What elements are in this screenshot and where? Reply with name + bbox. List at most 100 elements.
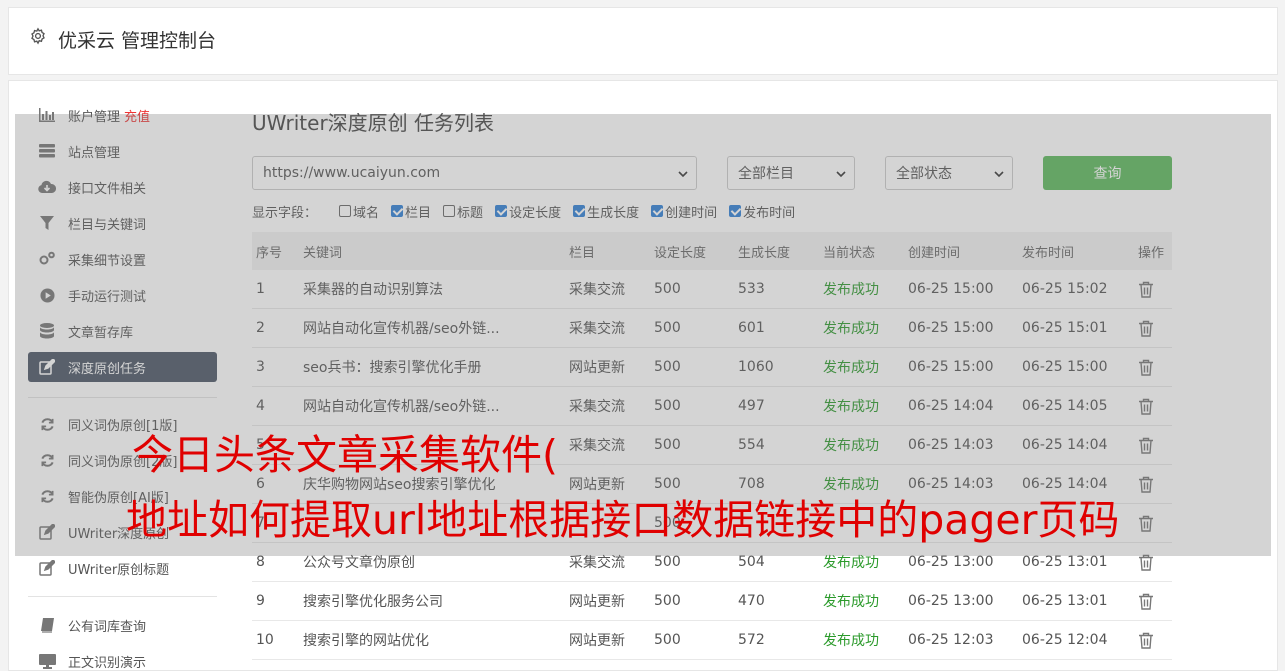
checkbox-label: 设定长度 [509, 205, 562, 221]
cell-published: 06-25 13:01 [1022, 554, 1108, 570]
column-select[interactable]: 全部栏目 [727, 156, 855, 190]
cell-created: 06-25 14:03 [908, 476, 994, 492]
th-status: 当前状态 [823, 245, 876, 261]
th-created: 创建时间 [908, 245, 961, 261]
trash-icon [1139, 632, 1153, 649]
th-column: 栏目 [569, 245, 596, 261]
field-checkbox-set-length[interactable]: 设定长度 [495, 202, 561, 221]
table-row: 3 seo兵书：搜索引擎优化手册 网站更新 500 1060 发布成功 06-25 15:0… [252, 348, 1172, 387]
chevron-down-icon [994, 171, 1004, 178]
sidebar-item-uwriter-title[interactable]: UWriter原创标题 [28, 553, 217, 583]
delete-button[interactable] [1138, 593, 1154, 614]
cell-created: 06-25 12:03 [908, 632, 994, 648]
cell-status: 发布成功 [823, 594, 879, 610]
cell-status: 发布成功 [823, 438, 879, 454]
cell-keyword: 采集器的自动识别算法 [303, 282, 443, 298]
cell-status: 发布成功 [823, 477, 879, 493]
cell-status: 发布成功 [823, 399, 879, 415]
chevron-down-icon [678, 171, 688, 178]
field-checkbox-gen-length[interactable]: 生成长度 [573, 202, 639, 221]
th-set-length: 设定长度 [654, 245, 707, 261]
sidebar-item-text-recognition[interactable]: 正文识别演示 [28, 646, 217, 671]
cell-created: 06-25 13:00 [908, 593, 994, 609]
edit-icon [38, 359, 56, 375]
sidebar-item-label: 账户管理 [68, 109, 121, 125]
cell-gen-length: 497 [738, 398, 765, 414]
sidebar-item-label: 栏目与关键词 [68, 217, 147, 233]
sidebar-item-label: 站点管理 [68, 145, 121, 161]
delete-button[interactable] [1138, 320, 1154, 341]
cell-index: 4 [256, 398, 265, 414]
overlay-caption-line2: 地址如何提取url地址根据接口数据链接中的pager页码 [126, 496, 1120, 544]
checkbox[interactable] [339, 205, 352, 217]
sidebar-item-collect-settings[interactable]: 采集细节设置 [28, 244, 217, 274]
site-select-value: https://www.ucaiyun.com [263, 165, 441, 181]
sidebar-item-label: 公有词库查询 [68, 619, 147, 635]
cell-index: 10 [256, 632, 274, 648]
field-checkbox-domain[interactable]: 域名 [339, 202, 379, 221]
field-checkbox-published[interactable]: 发布时间 [729, 202, 795, 221]
sidebar-divider [28, 596, 217, 597]
cell-index: 1 [256, 281, 265, 297]
cell-index: 9 [256, 593, 265, 609]
query-button[interactable]: 查询 [1043, 156, 1172, 190]
sidebar-item-interface-files[interactable]: 接口文件相关 [28, 172, 217, 202]
bar-chart-icon [38, 107, 56, 123]
sidebar-item-public-lexicon[interactable]: 公有词库查询 [28, 610, 217, 640]
table-row: 10 搜索引擎的网站优化 网站更新 500 572 发布成功 06-25 12:03 06-2… [252, 621, 1172, 660]
delete-button[interactable] [1138, 359, 1154, 380]
field-checkbox-created[interactable]: 创建时间 [651, 202, 717, 221]
database-icon [38, 323, 56, 339]
delete-button[interactable] [1138, 632, 1154, 653]
delete-button[interactable] [1138, 476, 1154, 497]
sidebar-item-label: 正文识别演示 [68, 655, 147, 671]
cell-column: 采集交流 [569, 399, 625, 415]
trash-icon [1139, 515, 1153, 532]
field-checkbox-column[interactable]: 栏目 [391, 202, 431, 221]
cell-created: 06-25 14:04 [908, 398, 994, 414]
checkbox[interactable] [651, 205, 664, 217]
sidebar-item-deep-original-tasks[interactable]: 深度原创任务 [28, 352, 217, 382]
cell-column: 采集交流 [569, 321, 625, 337]
cell-status: 发布成功 [823, 282, 879, 298]
delete-button[interactable] [1138, 554, 1154, 575]
cell-created: 06-25 15:00 [908, 320, 994, 336]
sidebar-item-manual-test[interactable]: 手动运行测试 [28, 280, 217, 310]
cell-keyword: 网站自动化宣传机器/seo外链... [303, 399, 500, 415]
cell-keyword: seo兵书：搜索引擎优化手册 [303, 360, 482, 376]
sidebar-item-columns-keywords[interactable]: 栏目与关键词 [28, 208, 217, 238]
delete-button[interactable] [1138, 437, 1154, 458]
sidebar-item-sites[interactable]: 站点管理 [28, 136, 217, 166]
checkbox[interactable] [495, 205, 508, 217]
table-row: 8 公众号文章伪原创 采集交流 500 504 发布成功 06-25 13:00 06-25 … [252, 543, 1172, 582]
checkbox[interactable] [391, 205, 404, 217]
delete-button[interactable] [1138, 515, 1154, 536]
display-fields-label: 显示字段： [252, 205, 318, 221]
table-row: 9 搜索引擎优化服务公司 网站更新 500 470 发布成功 06-25 13:00 06-2… [252, 582, 1172, 621]
sidebar-item-article-storage[interactable]: 文章暂存库 [28, 316, 217, 346]
th-actions: 操作 [1138, 245, 1165, 261]
field-checkbox-title[interactable]: 标题 [443, 202, 483, 221]
checkbox[interactable] [729, 205, 742, 217]
cell-column: 网站更新 [569, 477, 625, 493]
cell-keyword: 搜索引擎的网站优化 [303, 633, 429, 649]
cell-published: 06-25 12:04 [1022, 632, 1108, 648]
checkbox-label: 生成长度 [587, 205, 640, 221]
cell-created: 06-25 15:00 [908, 359, 994, 375]
sidebar-item-account[interactable]: 账户管理 充值 [28, 100, 217, 130]
recharge-link[interactable]: 充值 [124, 106, 150, 125]
delete-button[interactable] [1138, 398, 1154, 419]
monitor-icon [38, 653, 56, 669]
cell-published: 06-25 14:04 [1022, 437, 1108, 453]
cell-published: 06-25 15:02 [1022, 281, 1108, 297]
trash-icon [1139, 437, 1153, 454]
cell-column: 网站更新 [569, 633, 625, 649]
status-select[interactable]: 全部状态 [885, 156, 1013, 190]
delete-button[interactable] [1138, 281, 1154, 302]
cell-set-length: 500 [654, 476, 681, 492]
sidebar-divider [28, 397, 217, 398]
site-select[interactable]: https://www.ucaiyun.com [252, 156, 697, 190]
cell-status: 发布成功 [823, 360, 879, 376]
checkbox[interactable] [573, 205, 586, 217]
checkbox[interactable] [443, 205, 456, 217]
